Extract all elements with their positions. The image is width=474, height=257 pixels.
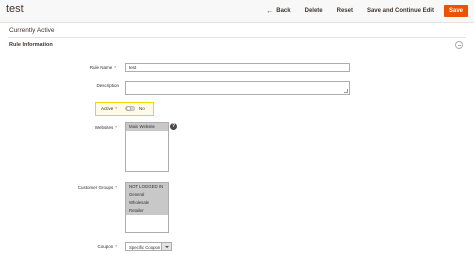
- reset-button[interactable]: Reset: [337, 8, 353, 14]
- store-status: Currently Active: [9, 27, 55, 34]
- websites-multiselect[interactable]: Main Website: [125, 122, 169, 172]
- websites-label: Websites *: [94, 125, 117, 130]
- save-and-continue-button[interactable]: Save and Continue Edit: [367, 8, 434, 14]
- customer-group-option[interactable]: Retailer: [126, 207, 168, 215]
- coupon-select-value: Specific Coupon: [129, 244, 161, 250]
- back-button[interactable]: ← Back: [266, 8, 290, 15]
- page-header: test ← Back Delete Reset Save and Contin…: [0, 0, 474, 23]
- customer-groups-multiselect[interactable]: NOT LOGGED IN General Wholesale Retailer: [125, 182, 169, 233]
- save-button[interactable]: Save: [443, 5, 468, 17]
- toggle-knob: [126, 106, 131, 111]
- description-label: Description: [96, 83, 119, 88]
- customer-group-option[interactable]: Wholesale: [126, 199, 168, 207]
- customer-group-option[interactable]: General: [126, 191, 168, 199]
- arrow-left-icon: ←: [266, 7, 274, 15]
- question-mark-icon[interactable]: ?: [170, 123, 177, 130]
- description-textarea[interactable]: [125, 81, 350, 95]
- chevron-down-icon[interactable]: [161, 243, 171, 250]
- customer-groups-label: Customer Groups *: [77, 185, 117, 190]
- active-toggle[interactable]: [125, 106, 135, 111]
- page: test ← Back Delete Reset Save and Contin…: [0, 0, 474, 257]
- coupon-label: Coupon *: [97, 244, 117, 249]
- website-option[interactable]: Main Website: [126, 123, 168, 131]
- active-label: Active *: [100, 106, 117, 111]
- resize-handle-icon[interactable]: [344, 89, 348, 93]
- page-title: test: [6, 3, 24, 15]
- toolbar: ← Back Delete Reset Save and Continue Ed…: [252, 4, 468, 18]
- section-title[interactable]: Rule Information: [9, 42, 53, 48]
- collapse-circle-icon[interactable]: [455, 41, 463, 49]
- divider: [8, 37, 466, 38]
- delete-button[interactable]: Delete: [305, 8, 323, 14]
- customer-group-option[interactable]: NOT LOGGED IN: [126, 183, 168, 191]
- rule-name-label: Rule Name *: [89, 65, 116, 70]
- back-label: Back: [276, 8, 291, 14]
- rule-name-value: test: [129, 65, 137, 70]
- coupon-select[interactable]: Specific Coupon: [125, 242, 172, 251]
- active-state-text: No: [139, 105, 145, 111]
- rule-name-input[interactable]: test: [125, 63, 350, 72]
